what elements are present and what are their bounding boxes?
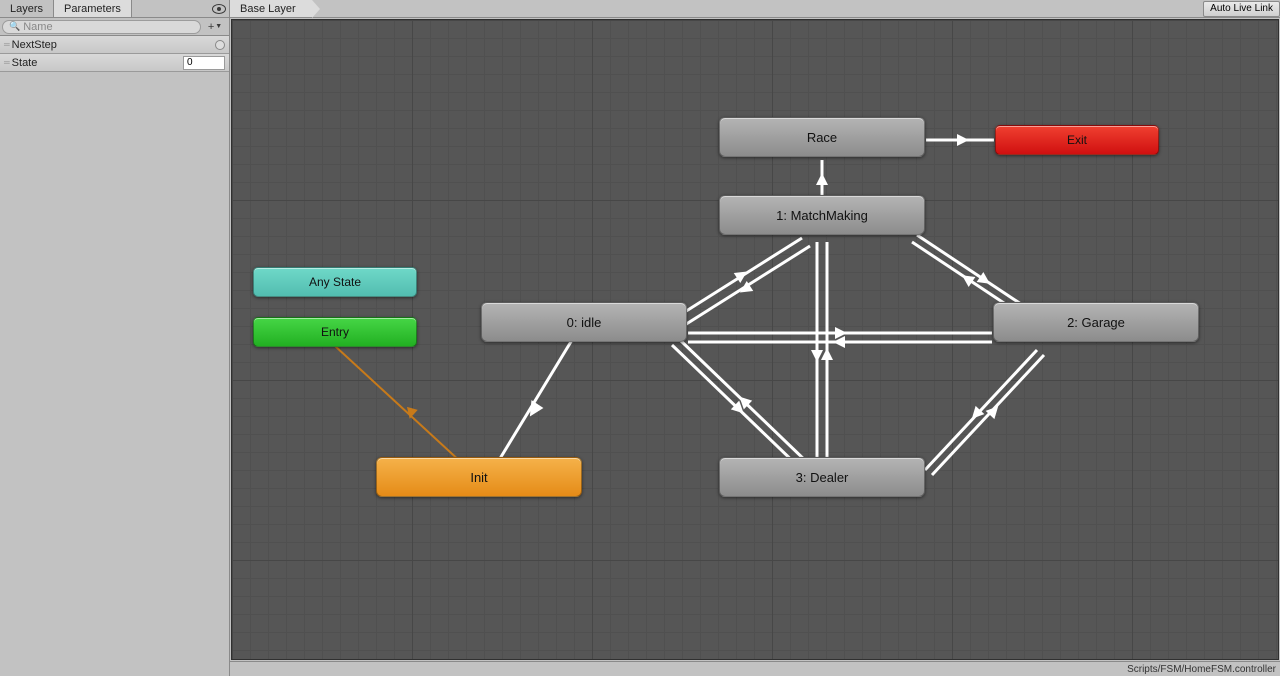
node-garage[interactable]: 2: Garage: [993, 302, 1199, 342]
add-parameter-button[interactable]: + ▼: [203, 20, 227, 34]
plus-icon: +: [208, 21, 214, 33]
sidebar-empty: [0, 72, 229, 676]
node-label: 3: Dealer: [796, 470, 849, 485]
search-icon: 🔍: [9, 21, 20, 32]
node-label: Entry: [321, 325, 349, 339]
tab-parameters[interactable]: Parameters: [54, 0, 132, 17]
parameter-row[interactable]: ═ State: [0, 54, 229, 72]
breadcrumb-bar: Base Layer Auto Live Link: [230, 0, 1280, 18]
visibility-icon[interactable]: [209, 0, 229, 17]
search-row: 🔍 Name + ▼: [0, 18, 229, 36]
dropdown-icon: ▼: [215, 23, 222, 30]
node-entry[interactable]: Entry: [253, 317, 417, 347]
search-placeholder: Name: [23, 21, 52, 33]
asset-path: Scripts/FSM/HomeFSM.controller: [1127, 664, 1276, 675]
node-init[interactable]: Init: [376, 457, 582, 497]
auto-live-link-button[interactable]: Auto Live Link: [1203, 1, 1280, 17]
main-area: Base Layer Auto Live Link: [230, 0, 1280, 676]
node-label: Any State: [309, 275, 361, 289]
node-label: 2: Garage: [1067, 315, 1125, 330]
node-dealer[interactable]: 3: Dealer: [719, 457, 925, 497]
tabbar: Layers Parameters: [0, 0, 229, 18]
parameter-bool-toggle[interactable]: [215, 40, 225, 50]
node-label: 0: idle: [567, 315, 602, 330]
breadcrumb[interactable]: Base Layer: [230, 0, 312, 17]
parameter-row[interactable]: ═ NextStep: [0, 36, 229, 54]
parameter-name: State: [12, 57, 183, 69]
drag-handle-icon[interactable]: ═: [4, 40, 8, 49]
sidebar: Layers Parameters 🔍 Name + ▼ ═ NextStep …: [0, 0, 230, 676]
node-label: Init: [470, 470, 487, 485]
node-race[interactable]: Race: [719, 117, 925, 157]
node-idle[interactable]: 0: idle: [481, 302, 687, 342]
node-label: 1: MatchMaking: [776, 208, 868, 223]
drag-handle-icon[interactable]: ═: [4, 58, 8, 67]
node-exit[interactable]: Exit: [995, 125, 1159, 155]
status-bar: Scripts/FSM/HomeFSM.controller: [230, 661, 1280, 676]
tab-layers[interactable]: Layers: [0, 0, 54, 17]
node-any-state[interactable]: Any State: [253, 267, 417, 297]
node-label: Race: [807, 130, 837, 145]
node-matchmaking[interactable]: 1: MatchMaking: [719, 195, 925, 235]
animator-canvas[interactable]: Any State Entry Init 0: idle 1: MatchMak…: [231, 19, 1279, 660]
parameter-int-input[interactable]: [183, 56, 225, 70]
node-label: Exit: [1067, 133, 1087, 147]
parameter-name: NextStep: [12, 39, 215, 51]
search-input[interactable]: 🔍 Name: [2, 20, 201, 34]
